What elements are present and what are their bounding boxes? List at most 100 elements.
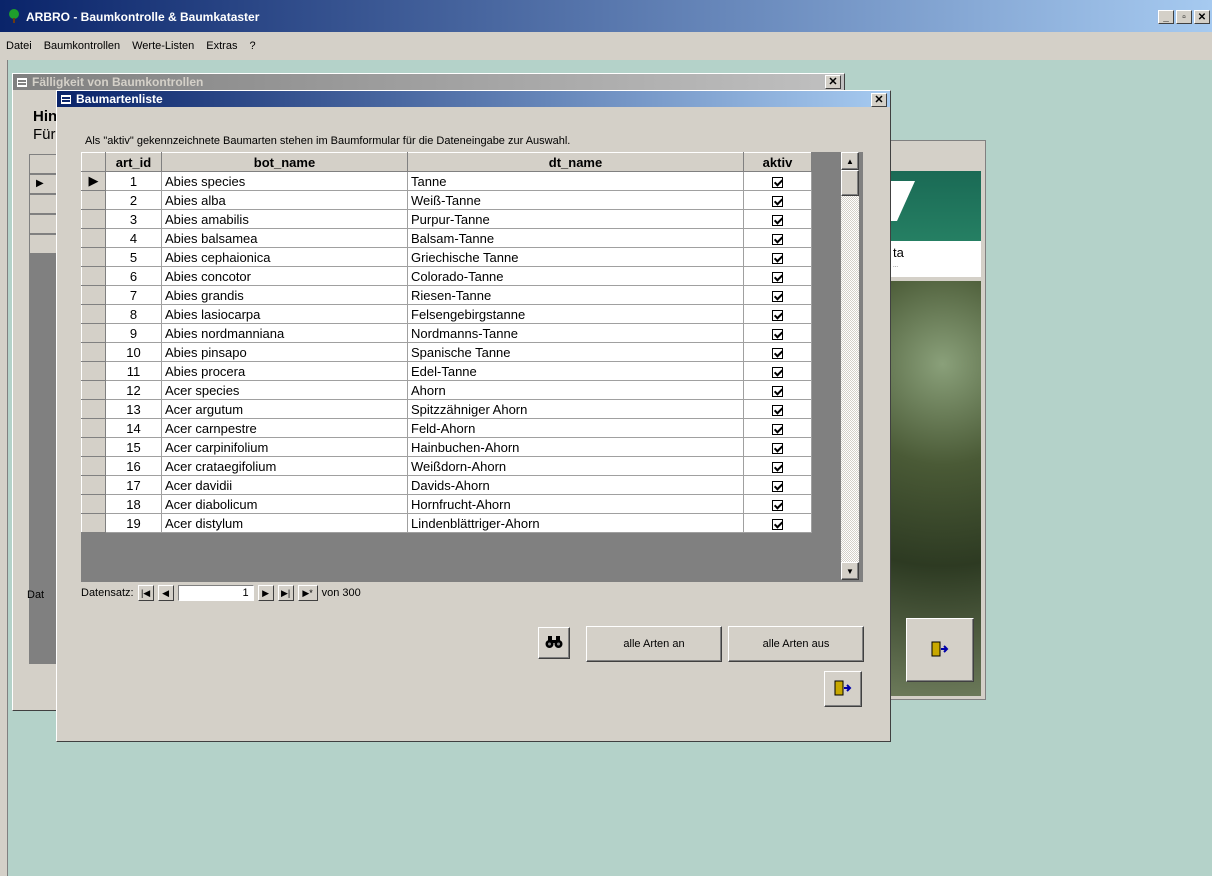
row-selector[interactable] [81,380,106,400]
table-row[interactable]: 7 Abies grandis Riesen-Tanne [81,285,812,305]
last-record-button[interactable]: ▶| [277,585,294,601]
cell-art-id[interactable]: 16 [105,456,162,476]
cell-aktiv[interactable] [743,285,812,305]
table-row[interactable]: 5 Abies cephaionica Griechische Tanne [81,247,812,267]
table-row[interactable]: 17 Acer davidii Davids-Ahorn [81,475,812,495]
cell-dt-name[interactable]: Edel-Tanne [407,361,744,381]
menu-extras[interactable]: Extras [206,40,237,52]
cell-art-id[interactable]: 5 [105,247,162,267]
cell-art-id[interactable]: 6 [105,266,162,286]
row-selector[interactable] [81,266,106,286]
cell-dt-name[interactable]: Colorado-Tanne [407,266,744,286]
table-row[interactable]: 8 Abies lasiocarpa Felsengebirgstanne [81,304,812,324]
aktiv-checkbox[interactable] [772,442,783,454]
cell-aktiv[interactable] [743,323,812,343]
cell-art-id[interactable]: 4 [105,228,162,248]
aktiv-checkbox[interactable] [772,252,783,264]
cell-aktiv[interactable] [743,342,812,362]
next-record-button[interactable]: ▶ [257,585,274,601]
dialog-close-button[interactable]: ✕ [871,93,887,107]
table-row[interactable]: ▶ 1 Abies species Tanne [81,171,812,191]
row-selector[interactable] [81,494,106,514]
cell-art-id[interactable]: 12 [105,380,162,400]
col-bot-name[interactable]: bot_name [161,152,408,172]
aktiv-checkbox[interactable] [772,461,783,473]
cell-bot-name[interactable]: Acer carnpestre [161,418,408,438]
cell-aktiv[interactable] [743,266,812,286]
cell-bot-name[interactable]: Abies concotor [161,266,408,286]
cell-bot-name[interactable]: Abies amabilis [161,209,408,229]
row-selector[interactable]: ▶ [81,171,106,191]
maximize-button[interactable]: ▫ [1176,10,1192,24]
scroll-down-button[interactable]: ▼ [841,562,859,580]
cell-art-id[interactable]: 17 [105,475,162,495]
col-dt-name[interactable]: dt_name [407,152,744,172]
cell-dt-name[interactable]: Balsam-Tanne [407,228,744,248]
row-selector[interactable] [81,228,106,248]
table-row[interactable]: 2 Abies alba Weiß-Tanne [81,190,812,210]
cell-art-id[interactable]: 14 [105,418,162,438]
aktiv-checkbox[interactable] [772,366,783,378]
cell-aktiv[interactable] [743,304,812,324]
aktiv-checkbox[interactable] [772,233,783,245]
cell-bot-name[interactable]: Acer argutum [161,399,408,419]
cell-bot-name[interactable]: Abies procera [161,361,408,381]
cell-art-id[interactable]: 8 [105,304,162,324]
cell-bot-name[interactable]: Acer diabolicum [161,494,408,514]
aktiv-checkbox[interactable] [772,385,783,397]
cell-dt-name[interactable]: Hainbuchen-Ahorn [407,437,744,457]
aktiv-checkbox[interactable] [772,518,783,530]
cell-dt-name[interactable]: Spanische Tanne [407,342,744,362]
table-row[interactable]: 18 Acer diabolicum Hornfrucht-Ahorn [81,494,812,514]
close-button[interactable]: ✕ [1194,10,1210,24]
row-selector[interactable] [81,399,106,419]
cell-dt-name[interactable]: Purpur-Tanne [407,209,744,229]
row-selector[interactable] [81,304,106,324]
row-selector[interactable] [81,190,106,210]
search-button[interactable] [538,627,570,659]
cell-art-id[interactable]: 19 [105,513,162,533]
vertical-scrollbar[interactable]: ▲ ▼ [841,152,859,580]
cell-dt-name[interactable]: Griechische Tanne [407,247,744,267]
cell-art-id[interactable]: 7 [105,285,162,305]
record-number-input[interactable]: 1 [177,585,254,601]
row-selector[interactable] [81,437,106,457]
cell-art-id[interactable]: 1 [105,171,162,191]
table-row[interactable]: 10 Abies pinsapo Spanische Tanne [81,342,812,362]
row-selector-header[interactable] [81,152,106,172]
row-selector[interactable] [81,323,106,343]
cell-aktiv[interactable] [743,494,812,514]
scroll-thumb[interactable] [841,170,859,196]
row-selector[interactable] [81,247,106,267]
cell-bot-name[interactable]: Abies balsamea [161,228,408,248]
menu-baumkontrollen[interactable]: Baumkontrollen [44,40,120,52]
bg-window-close-button[interactable]: ✕ [825,75,841,89]
all-on-button[interactable]: alle Arten an [586,626,722,662]
cell-aktiv[interactable] [743,418,812,438]
cell-dt-name[interactable]: Nordmanns-Tanne [407,323,744,343]
aktiv-checkbox[interactable] [772,195,783,207]
cell-bot-name[interactable]: Abies nordmanniana [161,323,408,343]
cell-dt-name[interactable]: Lindenblättriger-Ahorn [407,513,744,533]
aktiv-checkbox[interactable] [772,290,783,302]
cell-dt-name[interactable]: Feld-Ahorn [407,418,744,438]
cell-dt-name[interactable]: Riesen-Tanne [407,285,744,305]
cell-dt-name[interactable]: Weiß-Tanne [407,190,744,210]
row-selector[interactable] [81,361,106,381]
aktiv-checkbox[interactable] [772,214,783,226]
exit-button[interactable] [824,671,862,707]
prev-record-button[interactable]: ◀ [157,585,174,601]
cell-art-id[interactable]: 15 [105,437,162,457]
cell-bot-name[interactable]: Abies alba [161,190,408,210]
table-row[interactable]: 6 Abies concotor Colorado-Tanne [81,266,812,286]
cell-dt-name[interactable]: Ahorn [407,380,744,400]
aktiv-checkbox[interactable] [772,309,783,321]
col-aktiv[interactable]: aktiv [743,152,812,172]
table-row[interactable]: 11 Abies procera Edel-Tanne [81,361,812,381]
row-selector[interactable] [81,456,106,476]
table-row[interactable]: 16 Acer crataegifolium Weißdorn-Ahorn [81,456,812,476]
baumartenliste-dialog[interactable]: Baumartenliste ✕ Als "aktiv" gekennzeich… [56,90,891,742]
row-selector[interactable] [81,418,106,438]
menu-werte-listen[interactable]: Werte-Listen [132,40,194,52]
cell-bot-name[interactable]: Abies lasiocarpa [161,304,408,324]
